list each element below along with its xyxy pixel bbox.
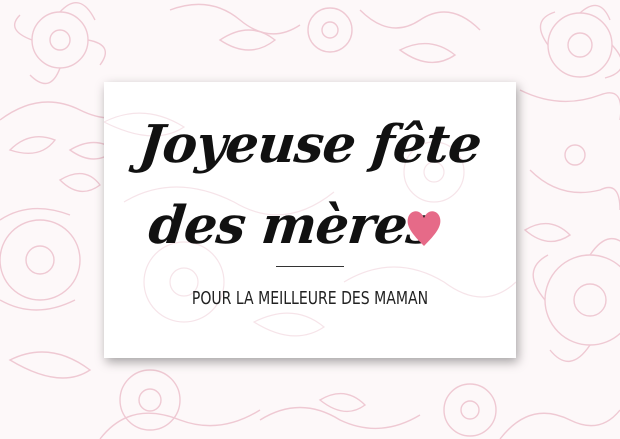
card-title-line-1: Joyeuse fête (136, 114, 484, 175)
divider (276, 266, 344, 267)
greeting-card: Joyeuse fête des mères POUR LA MEILLEURE… (104, 82, 516, 358)
heart-icon (407, 211, 441, 246)
card-subtitle: POUR LA MEILLEURE DES MAMAN (191, 288, 429, 309)
